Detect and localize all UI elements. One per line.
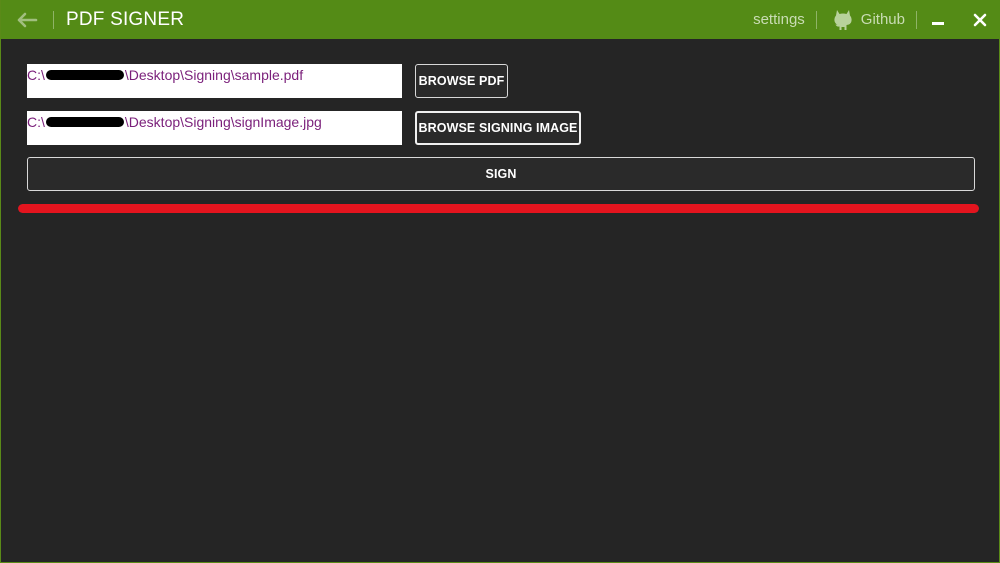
pdf-path-input[interactable]: C:\ \Desktop\Signing\sample.pdf — [27, 64, 402, 98]
browse-signing-image-button[interactable]: BROWSE SIGNING IMAGE — [415, 111, 581, 145]
arrow-left-icon — [17, 12, 38, 27]
image-path-input[interactable]: C:\ \Desktop\Signing\signImage.jpg — [27, 111, 402, 145]
progress-bar — [18, 204, 979, 213]
progress-fill — [18, 204, 979, 213]
close-icon — [973, 13, 987, 26]
redaction-mark — [45, 70, 124, 81]
browse-pdf-button[interactable]: BROWSE PDF — [415, 64, 508, 98]
image-path-prefix: C:\ — [27, 114, 45, 130]
settings-link[interactable]: settings — [742, 11, 816, 28]
pdf-path-suffix: \Desktop\Signing\sample.pdf — [124, 67, 304, 83]
redaction-mark — [45, 117, 124, 128]
github-label: Github — [860, 11, 905, 28]
github-octocat-icon — [834, 9, 852, 30]
title-separator — [53, 10, 54, 29]
title-bar: PDF SIGNER settings Github — [1, 0, 1000, 39]
github-link[interactable]: Github — [817, 9, 916, 31]
minimize-button[interactable] — [917, 0, 959, 39]
title-bar-actions: settings Github — [742, 0, 1000, 39]
pdf-path-prefix: C:\ — [27, 67, 45, 83]
sign-button[interactable]: SIGN — [27, 157, 975, 191]
app-window: PDF SIGNER settings Github C:\ \Desktop\… — [0, 0, 1000, 563]
close-button[interactable] — [959, 0, 1000, 39]
app-title: PDF SIGNER — [66, 8, 185, 30]
back-button[interactable] — [1, 0, 53, 39]
image-path-suffix: \Desktop\Signing\signImage.jpg — [124, 114, 322, 130]
minimize-icon — [932, 21, 944, 25]
